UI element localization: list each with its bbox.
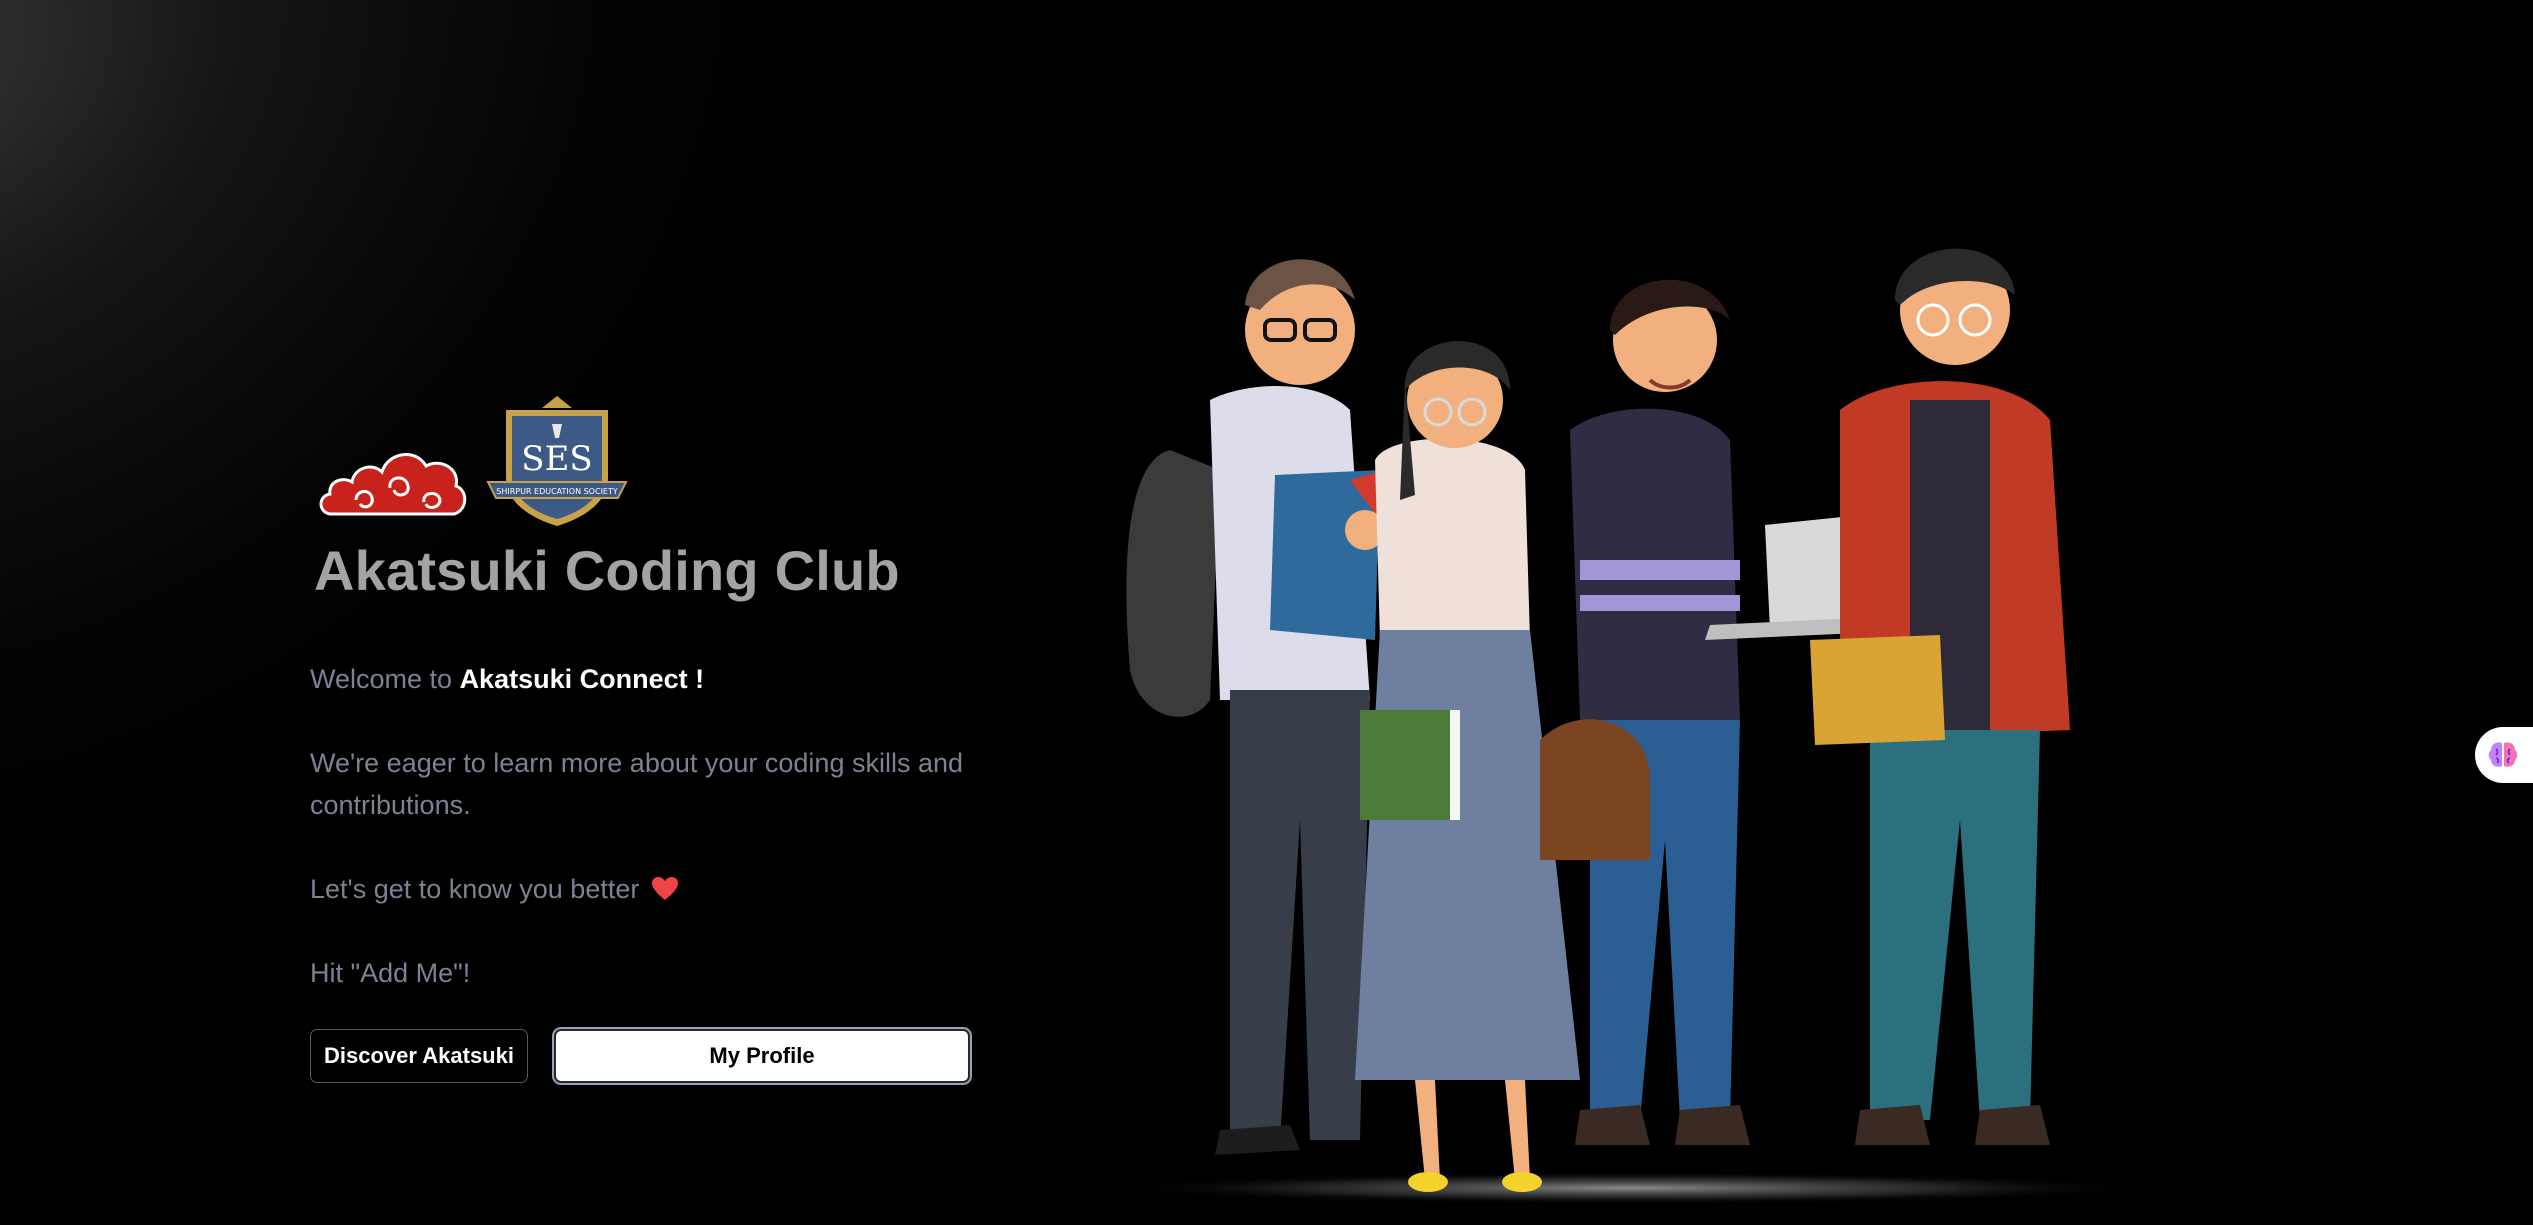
landing-page: SES SHIRPUR EDUCATION SOCIETY Akatsuki C… <box>0 0 2533 1225</box>
page-title: Akatsuki Coding Club <box>314 539 900 602</box>
logo-row: SES SHIRPUR EDUCATION SOCIETY <box>316 390 990 530</box>
svg-text:SHIRPUR EDUCATION SOCIETY: SHIRPUR EDUCATION SOCIETY <box>496 487 618 496</box>
student-1 <box>1126 259 1385 1155</box>
ses-crest-logo: SES SHIRPUR EDUCATION SOCIETY <box>486 396 628 526</box>
brain-icon <box>2488 742 2518 767</box>
know-you-line: Let's get to know you better <box>310 868 679 910</box>
welcome-prefix: Welcome to <box>310 664 460 694</box>
know-text: Let's get to know you better <box>310 874 640 904</box>
button-row: Discover Akatsuki My Profile <box>310 1029 970 1083</box>
ai-assistant-widget[interactable] <box>2475 727 2533 783</box>
my-profile-button[interactable]: My Profile <box>554 1029 970 1083</box>
hero-section: SES SHIRPUR EDUCATION SOCIETY Akatsuki C… <box>310 390 990 1083</box>
intro-paragraph: We're eager to learn more about your cod… <box>310 748 964 820</box>
svg-text:SES: SES <box>521 439 592 479</box>
welcome-strong: Akatsuki Connect ! <box>459 664 705 694</box>
welcome-text: Welcome to Akatsuki Connect ! <box>310 658 704 700</box>
cta-hint: Hit "Add Me"! <box>310 958 471 988</box>
discover-akatsuki-button[interactable]: Discover Akatsuki <box>310 1029 528 1083</box>
students-group-illustration <box>1110 248 2150 1204</box>
akatsuki-cloud-logo <box>319 453 467 516</box>
student-4 <box>1810 248 2070 1145</box>
heart-icon <box>652 877 679 900</box>
